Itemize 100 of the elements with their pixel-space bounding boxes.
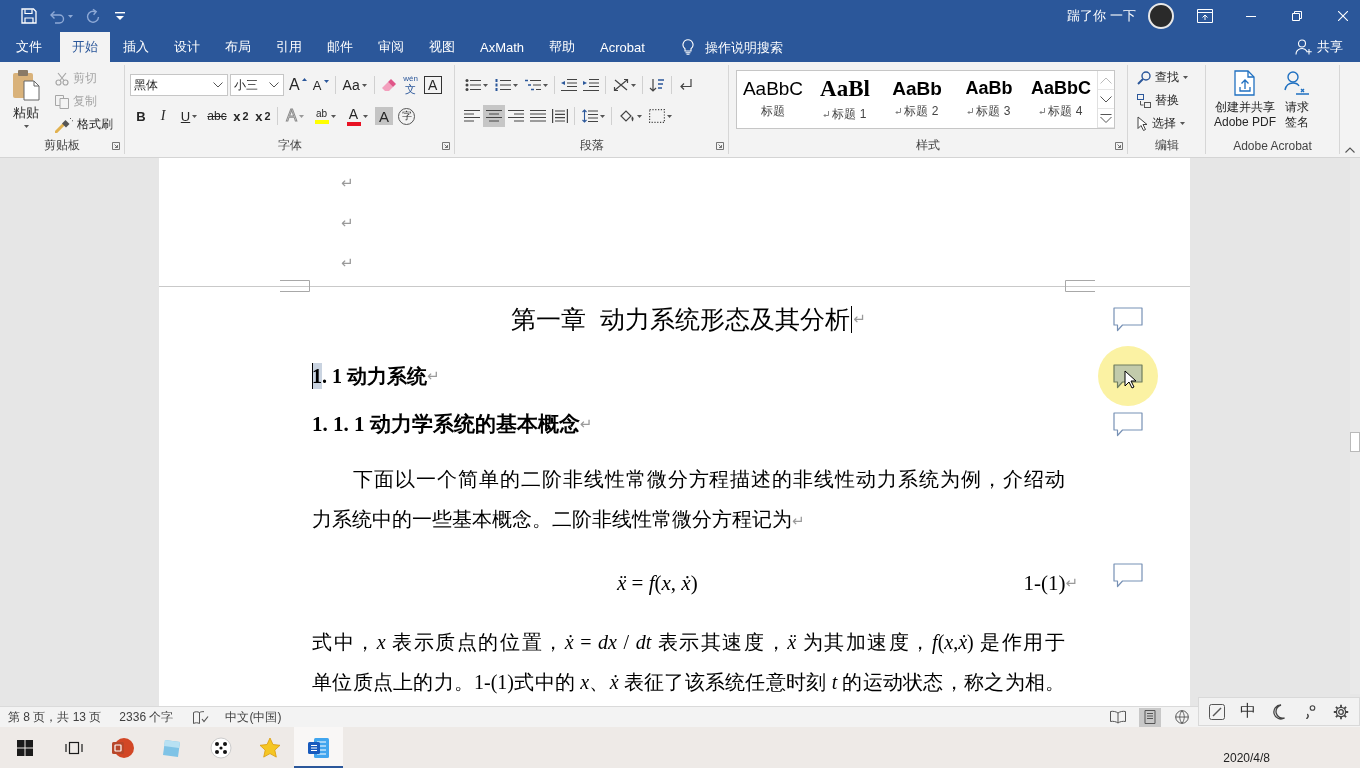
ribbon-tab[interactable]: 插入 [111,32,161,62]
share-button[interactable]: 共享 [1295,32,1343,62]
body-paragraph: 下面以一个简单的二阶非线性常微分方程描述的非线性动力系统为例，介绍动 力系统中的一些基本概念。二阶非线性常微分方程记为↵ [312,467,1065,532]
align-left-icon [464,109,480,123]
ribbon-tab[interactable]: 文件 [4,32,54,62]
character-border-button[interactable]: A [423,76,442,94]
redo-icon [85,8,101,24]
dialog-launcher-icon[interactable] [442,141,450,150]
windows-logo-icon [16,739,33,756]
language[interactable]: 中文(中国) [225,708,282,726]
linked-style-icon [895,108,902,116]
group-label: 编辑 [1154,137,1179,154]
print-layout-button[interactable] [1139,707,1161,727]
caret-icon [630,83,636,87]
chevron-down-icon [213,82,223,88]
person-plus-icon [1295,39,1313,55]
group-label: Adobe Acrobat [1233,138,1312,153]
taskbar-button[interactable] [294,727,343,768]
bold-button[interactable]: B [130,105,152,127]
collapse-ribbon-icon[interactable] [1345,147,1355,153]
dialog-launcher-icon[interactable] [716,141,724,150]
user-name[interactable]: 踹了你 一下 [1067,7,1136,25]
highlight-button[interactable]: ab [309,105,341,127]
find-button[interactable]: 查找 [1134,66,1205,89]
ribbon-tab[interactable]: Acrobat [588,32,657,62]
dialog-launcher-icon[interactable] [112,141,120,150]
proofing-icon[interactable] [193,710,210,724]
moon-icon [1273,703,1285,720]
caret-icon [361,83,367,87]
ribbon-tab[interactable]: 引用 [264,32,314,62]
globe-icon [1174,710,1190,724]
align-right-icon [508,109,524,123]
style-item[interactable]: AaBb 标题 3 [953,71,1025,128]
paragraph-mark: ↵ [579,415,593,433]
decrease-indent-icon [561,78,577,92]
grow-font-button[interactable]: A [286,74,310,96]
center-button[interactable] [483,105,505,127]
ribbon-tab[interactable]: 设计 [162,32,212,62]
search-field[interactable]: 操作说明搜索 [704,37,789,57]
scissors-icon [55,71,69,86]
style-item[interactable]: AaBbC 标题 4 [1025,71,1097,128]
scrollbar-thumb[interactable] [1350,432,1360,452]
minimize-icon [1246,15,1256,17]
page-count[interactable]: 第 8 页，共 13 页 [8,708,102,726]
ribbon-tab[interactable]: 视图 [417,32,467,62]
increase-indent-icon [583,78,599,92]
change-case-button[interactable]: Aa [338,74,371,96]
paste-button[interactable]: 粘贴 [4,67,48,137]
strikethrough-button[interactable]: abc [204,105,230,127]
close-icon [1338,11,1348,21]
linked-style-icon [823,110,830,118]
font-name-field[interactable]: 黑体 [130,74,228,96]
line-spacing-icon [581,109,598,123]
style-item[interactable]: AaBb 标题 2 [881,71,953,128]
person-signature-icon [1284,70,1311,96]
request-signature-button[interactable]: 请求 签名 [1282,70,1313,137]
body-paragraph: 式中，x 表示质点的位置，ẋ = dx / dt 表示其速度，ẍ 为其加速度，f(x,ẋ) 是作用于 单位质点上的力。1-(1)式中的 x、ẋ 表征了该系统任意时刻 t 的运动状态，称之为相。 [312,630,1065,696]
caret-icon [1183,76,1188,79]
clock-date[interactable]: 2020/4/8 [1223,751,1270,768]
dialog-launcher-icon[interactable] [1115,141,1123,150]
save-icon [21,8,37,24]
shrink-font-button[interactable]: A [309,74,332,96]
word-count[interactable]: 2336 个字 [119,708,174,726]
replace-button[interactable]: 替换 [1134,89,1205,112]
ribbon-options-icon [1197,9,1213,23]
paragraph-mark: ↵ [427,367,440,385]
page-icon [1142,710,1158,724]
caret-icon [1180,122,1185,125]
style-item[interactable]: AaBl 标题 1 [809,71,881,128]
select-button[interactable]: 选择 [1134,112,1205,135]
phonetic-guide-button[interactable]: wén 文 [399,74,422,96]
ribbon-tab[interactable]: AxMath [468,32,537,62]
caret-icon [542,83,548,87]
font-color-button[interactable]: A [341,105,373,127]
caret-icon [23,125,29,128]
create-pdf-button[interactable]: 创建并共享 Adobe PDF [1212,70,1279,137]
format-painter-button[interactable]: 格式刷 [52,113,116,136]
avatar[interactable] [1148,3,1174,29]
input-mode-button[interactable]: 中 [1236,699,1260,724]
equation-number: 1-(1) [1023,570,1066,596]
font-size-field[interactable]: 小三 [230,74,284,96]
ribbon-tab[interactable]: 邮件 [315,32,365,62]
clipboard-icon [12,69,40,101]
undo-icon [49,8,65,24]
italic-button[interactable]: I [152,105,174,127]
section-heading: 1. 1. 1 动力学系统的基本概念 [312,411,580,437]
ribbon-tab[interactable]: 帮助 [537,32,588,62]
punctuation-icon [1304,704,1316,719]
return-arrow-icon [678,78,694,92]
ribbon-tab[interactable]: 审阅 [366,32,416,62]
star-icon [258,736,281,759]
character-shading-button[interactable]: A [375,107,393,125]
up-triangle-icon [301,78,307,81]
caret-icon [362,114,368,118]
caret-icon [482,83,488,87]
underline-button[interactable]: U [174,105,204,127]
settings-icon [1333,703,1349,720]
style-item[interactable]: AaBbC 标题 [737,71,809,128]
ribbon-tab[interactable]: 布局 [213,32,263,62]
ribbon-tab[interactable]: 开始 [60,32,110,62]
